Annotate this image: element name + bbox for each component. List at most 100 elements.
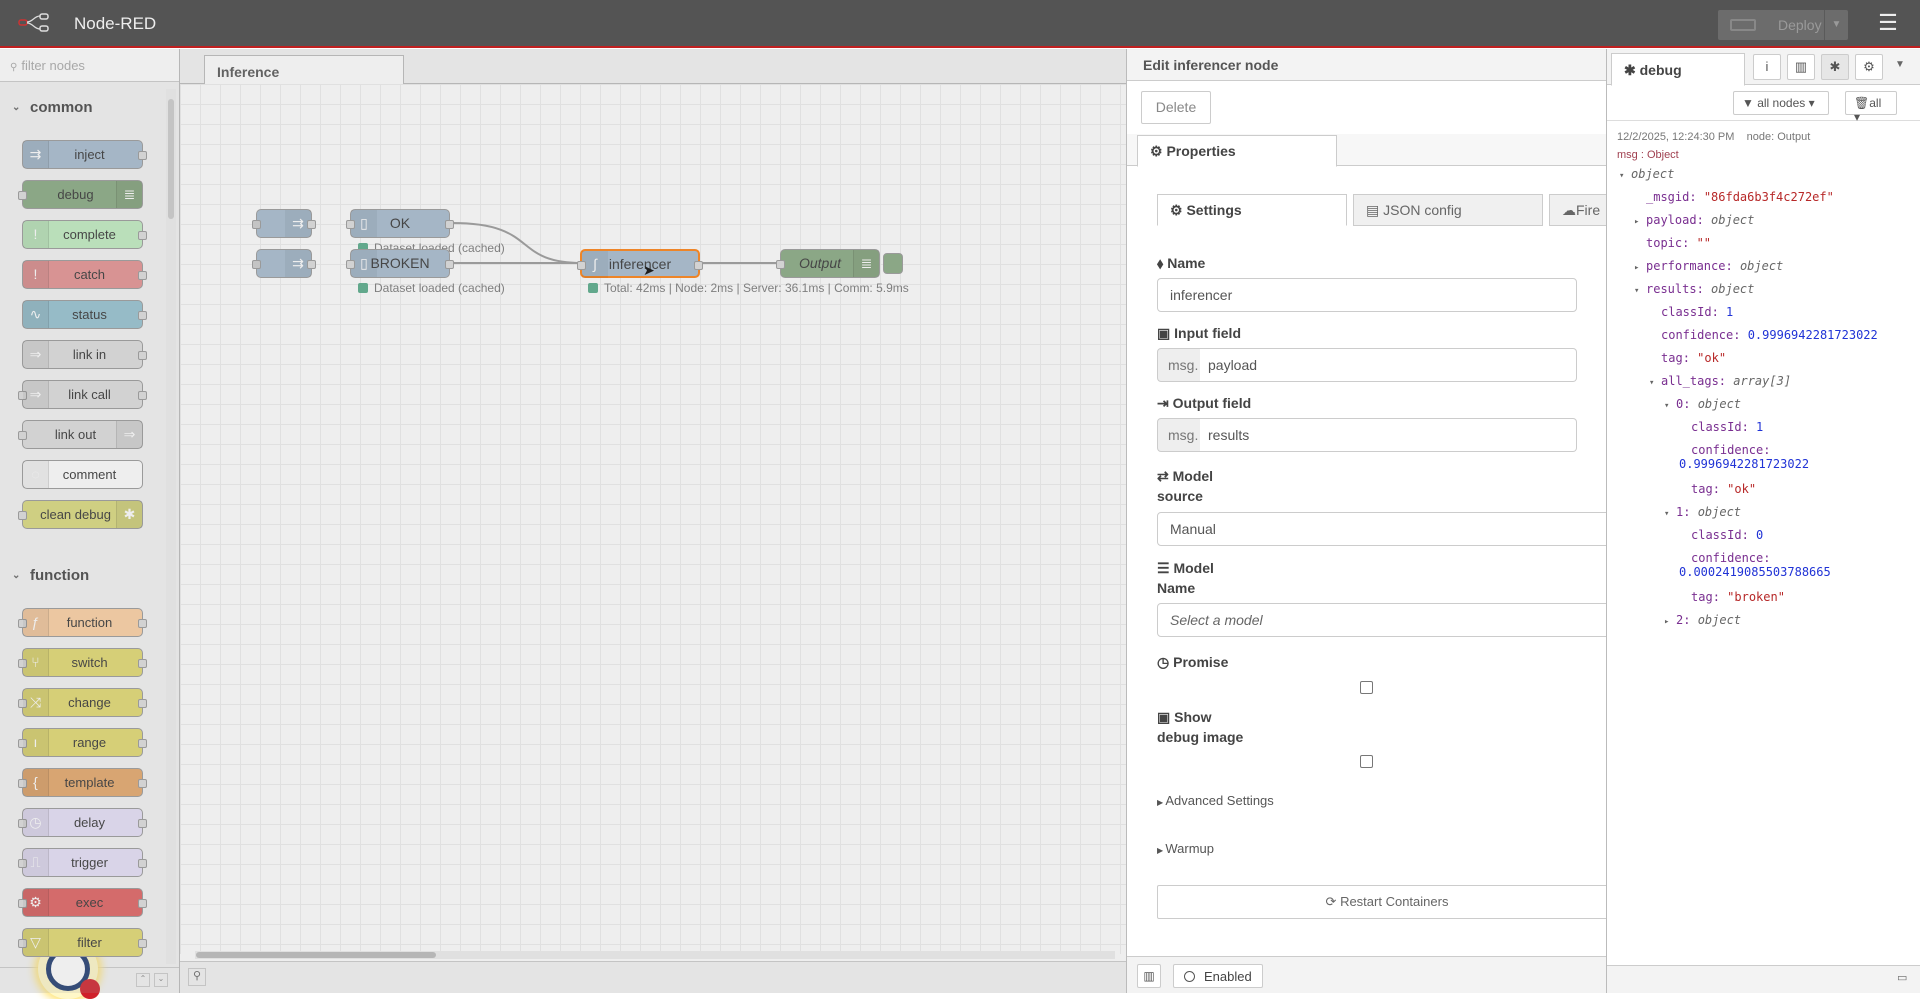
message-tree-row[interactable]: ▸ payload: object: [1634, 213, 1754, 227]
tree-key: performance: [1646, 259, 1726, 273]
message-tree-row: topic: "": [1646, 236, 1712, 250]
name-input[interactable]: inferencer: [1157, 278, 1577, 312]
monitor-icon[interactable]: ▭: [1897, 971, 1907, 984]
message-tree-row: classId: 1: [1661, 305, 1734, 319]
chevron-down-icon[interactable]: ▼: [1895, 59, 1905, 70]
model-source-select[interactable]: Manual: [1157, 512, 1606, 546]
debug-toolbar: ▼ all nodes ▾ 🗑all ▾: [1607, 85, 1920, 124]
caret-down-icon[interactable]: ▾: [1619, 171, 1631, 181]
tab-fire[interactable]: ☁Fire: [1549, 194, 1606, 226]
tree-key: tag: [1661, 351, 1683, 365]
advanced-settings-toggle[interactable]: ▶ Advanced Settings: [1157, 793, 1274, 808]
tab-settings[interactable]: ⚙ Settings: [1157, 194, 1347, 226]
output-field-input[interactable]: results: [1200, 418, 1577, 452]
filter-nodes-button[interactable]: ▼ all nodes ▾: [1733, 91, 1829, 115]
debug-message: 12/2/2025, 12:24:30 PM node: Output msg …: [1607, 121, 1920, 641]
caret-down-icon[interactable]: ▾: [1649, 378, 1661, 388]
debug-sidebar: ✱ debug i ▥ ✱ ⚙ ▼ ▼ all nodes ▾ 🗑all ▾ 1…: [1606, 49, 1920, 993]
message-tree-row: _msgid: "86fda6b3f4c272ef": [1646, 190, 1834, 204]
book-icon[interactable]: ▥: [1137, 964, 1161, 988]
tree-value: "ok": [1727, 482, 1757, 496]
deploy-icon: [1730, 19, 1756, 31]
tree-key: payload: [1646, 213, 1697, 227]
tree-value: "86fda6b3f4c272ef": [1703, 190, 1834, 204]
trash-icon: 🗑: [1854, 96, 1870, 110]
hamburger-icon[interactable]: ☰: [1876, 12, 1900, 36]
clear-messages-button[interactable]: 🗑all ▾: [1845, 91, 1897, 124]
warmup-toggle[interactable]: ▶ Warmup: [1157, 841, 1214, 856]
model-source-label: ⇄ Model source: [1157, 468, 1214, 504]
tree-value: 1: [1756, 420, 1764, 434]
message-tree-row[interactable]: ▾ results: object: [1634, 282, 1754, 296]
caret-down-icon[interactable]: ▾: [1634, 286, 1646, 296]
message-tree-row: tag: "ok": [1661, 351, 1727, 365]
caret-down-icon[interactable]: ▾: [1664, 509, 1676, 519]
file-icon: ▤: [1366, 202, 1384, 218]
message-tree-row: classId: 0: [1691, 528, 1764, 542]
cloud-icon: ☁: [1562, 202, 1576, 218]
message-type: msg : Object: [1617, 149, 1679, 161]
gear-icon: ⚙: [1170, 202, 1187, 218]
tray-footer: ▥ Enabled: [1127, 956, 1606, 993]
tree-value: object: [1711, 213, 1755, 227]
tab-debug[interactable]: ✱ debug: [1611, 53, 1745, 86]
clock-icon: ◷: [1157, 654, 1174, 670]
tree-key: confidence: [1661, 328, 1734, 342]
tree-value: 0.9996942281723022: [1747, 328, 1878, 342]
bug-icon[interactable]: ✱: [1821, 54, 1849, 80]
tree-key: tag: [1691, 590, 1713, 604]
tree-value: 0.9996942281723022: [1679, 457, 1810, 471]
tree-key: classId: [1691, 420, 1742, 434]
message-tree-row[interactable]: ▸ 2: object: [1664, 613, 1741, 627]
circle-icon: [1184, 971, 1195, 982]
bug-icon: ✱: [1624, 62, 1640, 78]
tab-properties[interactable]: ⚙ Properties: [1137, 135, 1337, 167]
info-icon[interactable]: i: [1753, 54, 1781, 80]
input-field-input[interactable]: payload: [1200, 348, 1577, 382]
show-debug-image-label: ▣ Show debug image: [1157, 709, 1244, 745]
sidebar-footer: ▭: [1607, 965, 1920, 993]
input-prefix: msg.: [1157, 348, 1201, 382]
promise-checkbox[interactable]: [1360, 681, 1373, 694]
refresh-icon: ⟳: [1325, 894, 1341, 909]
output-prefix: msg.: [1157, 418, 1201, 452]
tree-key: results: [1646, 282, 1697, 296]
tab-json-config[interactable]: ▤ JSON config: [1353, 194, 1543, 226]
exchange-icon: ⇄: [1157, 468, 1173, 484]
tree-key: classId: [1691, 528, 1742, 542]
enabled-toggle[interactable]: Enabled: [1173, 964, 1263, 988]
book-icon[interactable]: ▥: [1787, 54, 1815, 80]
tree-value: object: [1631, 167, 1675, 181]
caret-right-icon[interactable]: ▸: [1634, 217, 1646, 227]
message-tree-row[interactable]: ▾ 1: object: [1664, 505, 1741, 519]
input-field-label: ▣ Input field: [1157, 325, 1242, 341]
message-tree-row[interactable]: ▸ performance: object: [1634, 259, 1783, 273]
deploy-dropdown-icon[interactable]: ▼: [1824, 10, 1848, 40]
tree-key: all_tags: [1661, 374, 1719, 388]
gear-icon[interactable]: ⚙: [1855, 54, 1883, 80]
app-header: Node-RED Deploy ▼ ☰: [0, 0, 1920, 48]
message-tree-row: confidence: 0.0002419085503788665: [1679, 551, 1831, 579]
edit-tray: Edit inferencer node Delete ⚙ Properties…: [1126, 49, 1606, 993]
output-field-label: ⇥ Output field: [1157, 395, 1252, 411]
show-debug-image-checkbox[interactable]: [1360, 755, 1373, 768]
message-tree-row[interactable]: ▾ all_tags: array[3]: [1649, 374, 1791, 388]
model-name-select[interactable]: Select a model: [1157, 603, 1606, 637]
message-tree-row: tag: "ok": [1691, 482, 1757, 496]
deploy-button[interactable]: Deploy ▼: [1718, 10, 1848, 40]
delete-button[interactable]: Delete: [1141, 91, 1211, 124]
caret-right-icon[interactable]: ▸: [1664, 617, 1676, 627]
tree-key: classId: [1661, 305, 1712, 319]
tree-key: confidence: [1691, 551, 1764, 565]
message-tree-row[interactable]: ▾ 0: object: [1664, 397, 1741, 411]
caret-down-icon[interactable]: ▾: [1664, 401, 1676, 411]
caret-right-icon[interactable]: ▸: [1634, 263, 1646, 273]
tree-key: confidence: [1691, 443, 1764, 457]
message-tree-row[interactable]: ▾ object: [1619, 167, 1674, 181]
tree-value: array[3]: [1733, 374, 1792, 388]
tray-title: Edit inferencer node: [1127, 49, 1606, 81]
restart-containers-button[interactable]: ⟳ Restart Containers: [1157, 885, 1606, 919]
tree-value: object: [1739, 259, 1784, 273]
tree-value: "": [1696, 236, 1712, 250]
promise-label: ◷ Promise: [1157, 654, 1229, 670]
